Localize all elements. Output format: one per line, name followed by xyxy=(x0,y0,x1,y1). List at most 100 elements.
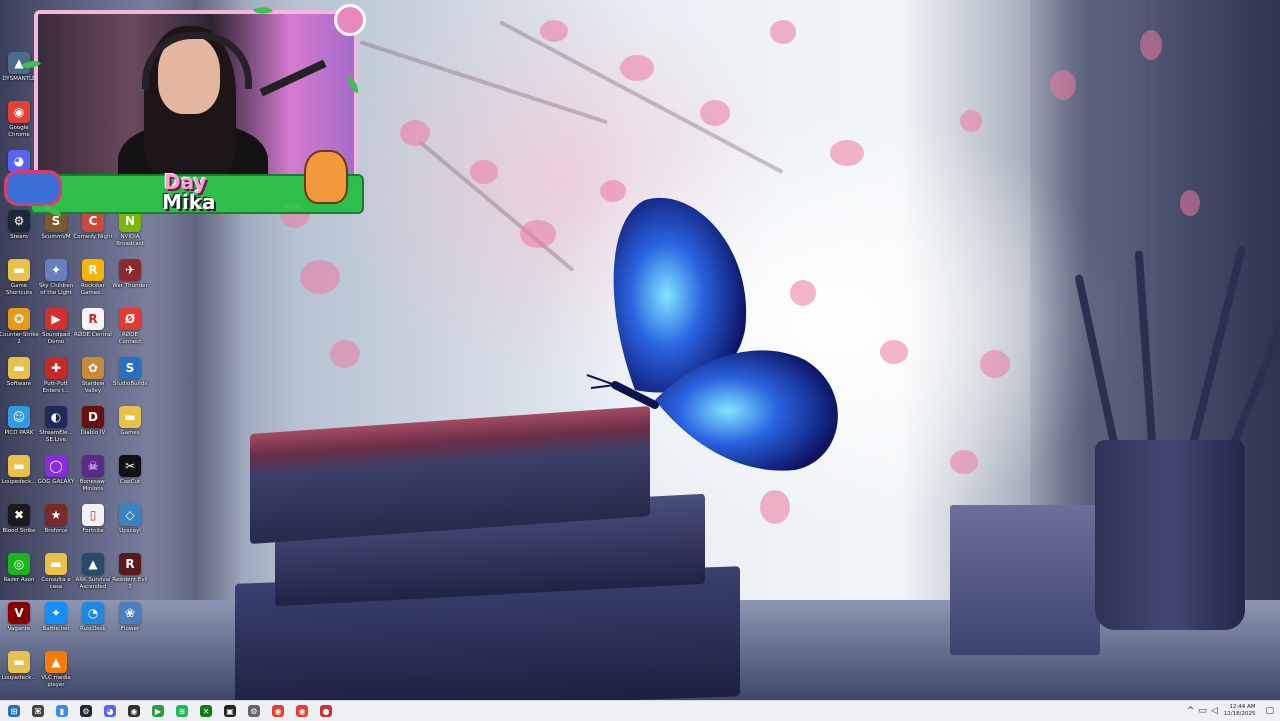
desktop-icon[interactable]: ▶ Soundpad Demo xyxy=(37,308,75,345)
desktop-icon[interactable]: ◯ GOG GALAXY xyxy=(37,455,75,486)
app-icon: ◐ xyxy=(45,406,67,428)
clock[interactable]: 12:44 AM 12/18/2025 xyxy=(1224,704,1256,718)
desktop-icon-label: Blood Strike xyxy=(2,528,36,534)
file-explorer-icon: ▮ xyxy=(56,705,68,717)
desktop-icon[interactable]: ✖ Blood Strike xyxy=(0,504,38,535)
cherry-petal xyxy=(470,160,498,184)
app-icon: ▬ xyxy=(8,455,30,477)
app-square-icon: ▣ xyxy=(224,705,236,717)
desktop-icon[interactable]: ◉ Google Chrome xyxy=(0,101,38,138)
desktop-icon[interactable]: R Resident Evil 3 xyxy=(111,553,149,590)
taskbar-start-button[interactable]: ⊞ xyxy=(4,701,24,721)
app-icon: ◔ xyxy=(82,602,104,624)
desktop-icon[interactable]: ✿ Stardew Valley xyxy=(74,357,112,394)
taskbar-app-green-play-button[interactable]: ▶ xyxy=(148,701,168,721)
taskbar-chrome-2-button[interactable]: ◉ xyxy=(292,701,312,721)
desktop-icon[interactable]: N NVIDIA Broadcast xyxy=(111,210,149,247)
desktop-icon[interactable]: S StudioBuilds xyxy=(111,357,149,388)
desktop-icon[interactable]: ✚ Putt-Putt Enters t... xyxy=(37,357,75,394)
microphone-arm xyxy=(259,59,327,97)
pencil-jar xyxy=(1095,440,1245,630)
desktop-icon-label: RustDesk xyxy=(80,626,106,632)
cherry-branch xyxy=(499,20,784,174)
desktop-icon[interactable]: ✪ Counter-Strike 2 xyxy=(0,308,39,345)
desktop-icon[interactable]: ✂ CapCut xyxy=(111,455,149,486)
desktop-icon[interactable]: ✈ War Thunder xyxy=(111,259,149,290)
taskbar-steam-button[interactable]: ⚙ xyxy=(76,701,96,721)
desktop-icon[interactable]: ▲ VLC media player xyxy=(37,651,75,688)
cherry-petal xyxy=(760,490,790,524)
taskbar-spotify-button[interactable]: ≋ xyxy=(172,701,192,721)
taskbar-obs-button[interactable]: ◉ xyxy=(124,701,144,721)
desktop-icon-label: StudioBuilds xyxy=(112,381,148,387)
cherry-petal xyxy=(1180,190,1200,216)
desktop-icon-label: Game Shortcuts xyxy=(5,283,33,296)
desktop-icon-label: Counter-Strike 2 xyxy=(0,332,39,345)
desktop-icon-label: Soundpad Demo xyxy=(42,332,70,345)
desktop-icon[interactable]: ⚙ Steam xyxy=(0,210,38,241)
desktop-icon[interactable]: ✦ Battle.net xyxy=(37,602,75,633)
cherry-branch xyxy=(359,40,608,125)
tray-overflow-chevron-icon[interactable]: ^ xyxy=(1187,706,1195,716)
desktop-icon-label: Software xyxy=(6,381,32,387)
desktop-icon[interactable]: ◇ Upscayl xyxy=(111,504,149,535)
desktop-icon[interactable]: ★ Broforce xyxy=(37,504,75,535)
desktop-icon[interactable]: ☠ Bonesaw: Minions xyxy=(74,455,112,492)
desktop-icon[interactable]: ▲ ARK Survival Ascended xyxy=(74,553,112,590)
desktop-icon[interactable]: Ø RØDE Connect xyxy=(111,308,149,345)
cherry-petal xyxy=(400,120,430,146)
steam-icon: ⚙ xyxy=(80,705,92,717)
taskbar-chrome-button[interactable]: ◉ xyxy=(268,701,288,721)
app-icon: ◎ xyxy=(8,553,30,575)
desktop-icon[interactable]: ◎ Razer Axon xyxy=(0,553,38,584)
app-icon: ▬ xyxy=(45,553,67,575)
taskbar-app-settings-button[interactable]: ⚙ xyxy=(244,701,264,721)
desktop-icon-label: GOG GALAXY xyxy=(37,479,75,485)
desktop-icon-label: Razer Axon xyxy=(3,577,35,583)
network-icon[interactable]: ▭ xyxy=(1198,706,1207,716)
desktop-icon-label: RØDE Connect xyxy=(118,332,142,345)
app-icon: R xyxy=(119,553,141,575)
desktop-icon[interactable]: ◐ StreamEle... SE.Live xyxy=(37,406,75,443)
desktop-icon[interactable]: ▬ Consulta e casa xyxy=(37,553,75,590)
desktop-icon[interactable]: V Vagante xyxy=(0,602,38,633)
desktop-icon-label: Flower xyxy=(120,626,140,632)
desktop-icon[interactable]: ▯ Fortnite xyxy=(74,504,112,535)
notification-icon[interactable]: ▢ xyxy=(1265,706,1274,716)
desktop-icon-label: RØDE Central xyxy=(74,332,112,338)
app-red-icon: ● xyxy=(320,705,332,717)
desktop-icon-label: NVIDIA Broadcast xyxy=(116,234,144,247)
desktop-icon[interactable]: ◔ RustDesk xyxy=(74,602,112,633)
app-icon: ★ xyxy=(45,504,67,526)
app-icon: ◇ xyxy=(119,504,141,526)
desktop-icon[interactable]: ☺ PICO PARK xyxy=(0,406,38,437)
taskbar-terminal-button[interactable]: ⌘ xyxy=(28,701,48,721)
cherry-petal xyxy=(520,220,556,248)
taskbar-xbox-button[interactable]: ✕ xyxy=(196,701,216,721)
cherry-petal xyxy=(1050,70,1076,100)
desktop-icon[interactable]: ▬ Games xyxy=(111,406,149,437)
taskbar-app-square-button[interactable]: ▣ xyxy=(220,701,240,721)
desktop-icon[interactable]: D Diablo IV xyxy=(74,406,112,437)
desktop-icon[interactable]: R RØDE Central xyxy=(74,308,112,339)
app-green-play-icon: ▶ xyxy=(152,705,164,717)
desktop-icon[interactable]: ▬ Game Shortcuts xyxy=(0,259,38,296)
desktop-icon[interactable]: C Comedy Night xyxy=(73,210,113,241)
butterfly xyxy=(586,197,838,471)
desktop-icon[interactable]: ▬ Loupedeck... xyxy=(0,455,38,486)
taskbar-discord-button[interactable]: ◕ xyxy=(100,701,120,721)
taskbar-file-explorer-button[interactable]: ▮ xyxy=(52,701,72,721)
cherry-petal xyxy=(1140,30,1162,60)
desktop-icon[interactable]: ▬ Software xyxy=(0,357,38,388)
desktop-icon[interactable]: ▬ Loupedeck... xyxy=(0,651,38,682)
desktop-icon[interactable]: R Rockstar Games... xyxy=(74,259,112,296)
app-icon: Ø xyxy=(119,308,141,330)
taskbar-app-red-button[interactable]: ● xyxy=(316,701,336,721)
desktop-icon[interactable]: ✦ Sky Children of the Light xyxy=(37,259,75,296)
desktop-icon[interactable]: ❀ Flower xyxy=(111,602,149,633)
desktop-icon-label: StreamEle... SE.Live xyxy=(39,430,73,443)
wallpaper-box xyxy=(950,505,1100,655)
volume-icon[interactable]: ◁ xyxy=(1211,706,1218,716)
app-icon: ✈ xyxy=(119,259,141,281)
desktop-icon-label: Rockstar Games... xyxy=(80,283,106,296)
